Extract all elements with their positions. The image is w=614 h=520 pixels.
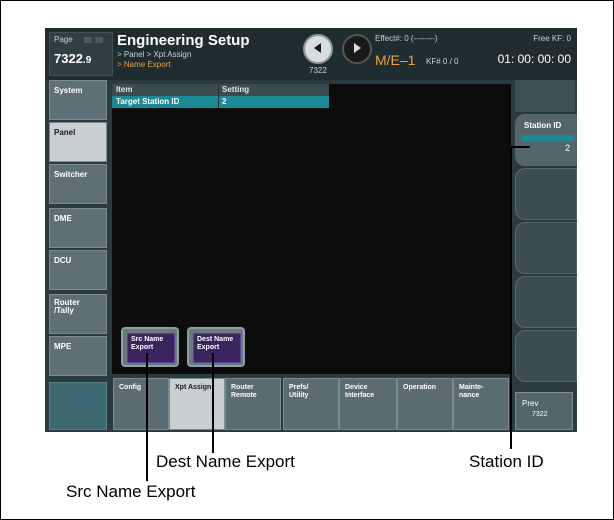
prev-label: Prev — [522, 399, 539, 408]
page-square-icon — [95, 37, 103, 43]
station-callout-hook — [510, 146, 530, 148]
prev-button[interactable]: Prev 7322 — [515, 392, 573, 430]
tab-operation[interactable]: Operation — [397, 378, 453, 430]
station-id-label: Station ID — [524, 121, 562, 130]
menu-panel[interactable]: Panel — [49, 122, 107, 162]
column-header-setting: Setting — [222, 85, 250, 94]
src-name-export-button[interactable]: Src Name Export — [121, 327, 179, 367]
header-bar: Page 7322.9 Engineering Setup > Panel > … — [45, 28, 577, 80]
page-square-icon — [84, 37, 92, 43]
src-callout-line — [146, 353, 148, 481]
tab-xpt-assign[interactable]: Xpt Assign — [169, 378, 225, 430]
right-tab-empty[interactable] — [515, 276, 577, 328]
src-name-export-label: Src Name Export — [131, 336, 164, 351]
arrow-right-icon — [354, 43, 361, 53]
kf-indicator: KF# 0 / 0 — [426, 57, 459, 66]
table-header: Item Setting — [112, 84, 329, 96]
column-header-item: Item — [116, 85, 133, 94]
menu-system[interactable]: System — [49, 80, 107, 120]
row-setting: 2 — [222, 97, 227, 106]
right-tab-empty[interactable] — [515, 168, 577, 220]
menu-dme[interactable]: DME — [49, 208, 107, 248]
setup-screen: Page 7322.9 Engineering Setup > Panel > … — [45, 28, 577, 432]
station-callout-label: Station ID — [469, 452, 544, 471]
src-callout-label: Src Name Export — [66, 482, 196, 501]
tab-router-remote[interactable]: Router Remote — [225, 378, 281, 430]
row-item: Target Station ID — [116, 97, 180, 106]
prev-page: 7322 — [532, 411, 548, 418]
right-panel-top — [515, 80, 575, 112]
page-title: Engineering Setup — [117, 32, 250, 49]
dest-name-export-face: Dest Name Export — [193, 333, 241, 363]
menu-router-tally[interactable]: Router /Tally — [49, 294, 107, 334]
tab-maintenance[interactable]: Mainte- nance — [453, 378, 509, 430]
dest-callout-label: Dest Name Export — [156, 452, 295, 471]
station-id-bar — [522, 135, 574, 141]
tab-prefs-utility[interactable]: Prefs/ Utility — [283, 378, 339, 430]
free-kf: Free KF: 0 — [533, 34, 571, 43]
main-area-top — [329, 84, 511, 108]
back-button[interactable] — [303, 34, 333, 64]
dest-name-export-button[interactable]: Dest Name Export — [187, 327, 245, 367]
dest-callout-line — [212, 353, 214, 453]
station-id-value: 2 — [564, 143, 570, 153]
tab-device-interface[interactable]: Device Interface — [339, 378, 397, 430]
station-callout-line — [510, 148, 512, 449]
page-number: 7322.9 — [54, 51, 92, 66]
breadcrumb-current: > Name Export — [117, 60, 171, 69]
dest-name-export-label: Dest Name Export — [197, 336, 234, 351]
menu-mpe[interactable]: MPE — [49, 336, 107, 376]
src-name-export-face: Src Name Export — [127, 333, 175, 363]
page-label: Page — [54, 35, 73, 44]
page-indicator[interactable]: Page 7322.9 — [49, 32, 113, 76]
breadcrumb: > Panel > Xpt Assign — [117, 50, 192, 59]
me-indicator: M/E–1 — [375, 52, 416, 68]
timecode: 01: 00: 00: 00 — [497, 52, 571, 66]
arrow-left-icon — [314, 43, 321, 53]
right-tab-empty[interactable] — [515, 330, 577, 382]
effect-status: Effect#: 0 (--------) — [375, 34, 438, 43]
menu-dcu[interactable]: DCU — [49, 250, 107, 290]
station-id-tab[interactable]: Station ID 2 — [515, 114, 577, 166]
column-divider — [218, 84, 219, 108]
forward-button[interactable] — [342, 34, 372, 64]
table-row[interactable]: Target Station ID 2 — [112, 96, 329, 108]
menu-switcher[interactable]: Switcher — [49, 164, 107, 204]
tab-config[interactable]: Config — [113, 378, 169, 430]
bottom-left-block — [49, 382, 107, 430]
right-tab-empty[interactable] — [515, 222, 577, 274]
settings-table: Item Setting Target Station ID 2 — [112, 84, 329, 108]
kf-page-number: 7322 — [309, 66, 327, 75]
